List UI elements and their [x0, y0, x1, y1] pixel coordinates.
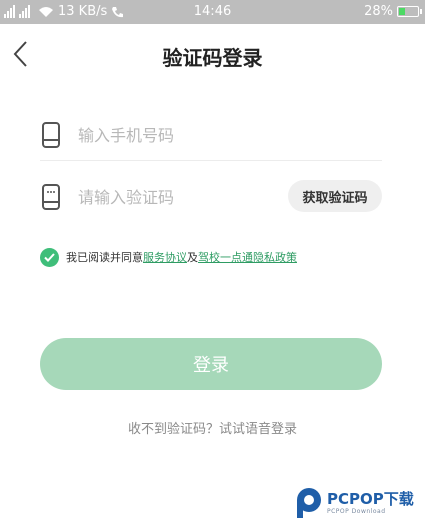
battery-icon	[397, 6, 422, 17]
page-title: 验证码登录	[162, 46, 263, 70]
agreement-prefix: 我已阅读并同意	[66, 251, 143, 264]
phone-icon	[42, 122, 60, 148]
agreement-conjunction: 及	[187, 251, 198, 264]
voice-login-link[interactable]: 收不到验证码？试试语音登录	[0, 418, 425, 437]
header: 验证码登录	[0, 24, 425, 86]
verification-code-icon	[42, 184, 60, 210]
back-button[interactable]	[8, 38, 38, 70]
watermark-title: PCPOP下载	[327, 489, 414, 508]
checkmark-icon	[44, 252, 55, 262]
battery-fill	[399, 8, 405, 15]
watermark: PCPOP下载 PCPOP Download	[294, 487, 414, 519]
phone-divider	[40, 160, 382, 161]
pcpop-logo-icon	[297, 488, 321, 518]
phone-field	[40, 110, 382, 160]
agreement-text: 我已阅读并同意服务协议及驾校一点通隐私政策	[66, 249, 297, 265]
chevron-left-icon	[13, 41, 27, 67]
privacy-policy-link[interactable]: 驾校一点通隐私政策	[198, 251, 297, 264]
watermark-subtitle: PCPOP Download	[327, 507, 386, 515]
status-right: 28%	[364, 4, 422, 19]
get-code-button[interactable]: 获取验证码	[288, 180, 382, 212]
code-input[interactable]	[78, 182, 298, 212]
agreement-row: 我已阅读并同意服务协议及驾校一点通隐私政策	[40, 246, 297, 268]
status-time: 14:46	[193, 4, 232, 19]
code-field: 获取验证码	[40, 172, 382, 222]
agreement-checkbox[interactable]	[40, 247, 59, 267]
login-button[interactable]: 登录	[40, 338, 382, 390]
phone-input[interactable]	[78, 120, 298, 150]
service-agreement-link[interactable]: 服务协议	[143, 251, 187, 264]
battery-percent: 28%	[364, 4, 393, 19]
status-bar: 13 KB/s 14:46 28%	[0, 0, 425, 24]
